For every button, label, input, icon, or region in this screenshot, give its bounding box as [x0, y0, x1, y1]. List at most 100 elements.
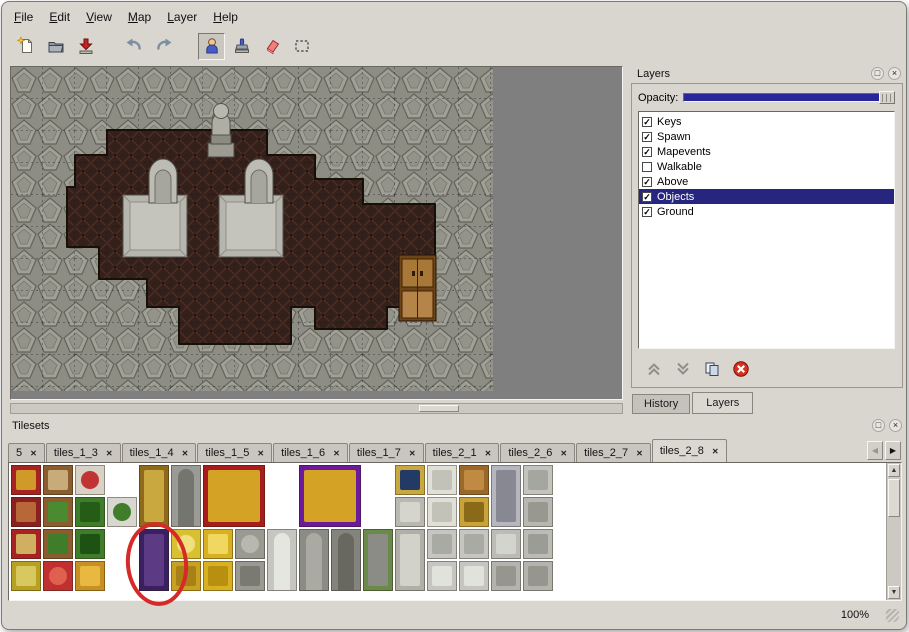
palette-tile[interactable]: [459, 529, 489, 559]
palette-tile[interactable]: [203, 529, 233, 559]
redo-button[interactable]: [150, 33, 177, 60]
palette-tile[interactable]: [171, 529, 201, 559]
palette-tile[interactable]: [395, 465, 425, 495]
palette-tile[interactable]: [267, 529, 297, 591]
tileset-tab-tiles_2_6[interactable]: tiles_2_6✕: [500, 443, 575, 462]
palette-tile[interactable]: [523, 529, 553, 559]
palette-tile[interactable]: [139, 529, 169, 591]
scroll-up-arrow[interactable]: ▲: [888, 464, 900, 477]
tileset-tab-5[interactable]: 5✕: [8, 443, 45, 462]
palette-tile[interactable]: [75, 561, 105, 591]
close-tab-icon[interactable]: ✕: [257, 449, 264, 458]
map-canvas[interactable]: [11, 67, 493, 391]
undo-button[interactable]: [120, 33, 147, 60]
palette-tile[interactable]: [523, 497, 553, 527]
layer-row-keys[interactable]: ✓Keys: [639, 114, 894, 129]
palette-tile[interactable]: [75, 529, 105, 559]
palette-tile[interactable]: [11, 465, 41, 495]
resize-grip[interactable]: [886, 609, 899, 622]
palette-tile[interactable]: [427, 561, 457, 591]
open-file-button[interactable]: [42, 33, 69, 60]
close-tab-icon[interactable]: ✕: [106, 449, 113, 458]
palette-tile[interactable]: [459, 561, 489, 591]
tileset-tab-tiles_1_5[interactable]: tiles_1_5✕: [197, 443, 272, 462]
layer-visibility-checkbox[interactable]: ✓: [642, 147, 652, 157]
close-panel-icon[interactable]: ×: [888, 67, 901, 80]
close-tab-icon[interactable]: ✕: [712, 447, 719, 456]
palette-tile[interactable]: [203, 465, 265, 527]
map-horizontal-scrollbar[interactable]: [10, 403, 623, 414]
palette-tile[interactable]: [459, 497, 489, 527]
duplicate-layer-button[interactable]: [701, 358, 723, 380]
palette-tile[interactable]: [427, 497, 457, 527]
float-panel-icon[interactable]: □: [871, 67, 884, 80]
palette-tile[interactable]: [11, 529, 41, 559]
palette-tile[interactable]: [491, 465, 521, 527]
layer-visibility-checkbox[interactable]: ✓: [642, 177, 652, 187]
layer-visibility-checkbox[interactable]: [642, 162, 652, 172]
opacity-slider-handle[interactable]: [879, 91, 895, 104]
palette-tile[interactable]: [43, 465, 73, 495]
palette-tile[interactable]: [43, 529, 73, 559]
layer-visibility-checkbox[interactable]: ✓: [642, 132, 652, 142]
palette-tile[interactable]: [43, 561, 73, 591]
menu-item-map[interactable]: Map: [120, 7, 159, 27]
float-panel-icon[interactable]: □: [872, 419, 885, 432]
scrollbar-thumb[interactable]: [888, 479, 900, 517]
palette-tile[interactable]: [43, 497, 73, 527]
palette-tile[interactable]: [331, 529, 361, 591]
layer-row-objects[interactable]: ✓Objects: [639, 189, 894, 204]
tileset-tab-tiles_2_8[interactable]: tiles_2_8✕: [652, 439, 727, 462]
map-viewport[interactable]: [10, 66, 623, 400]
palette-tile[interactable]: [491, 561, 521, 591]
move-layer-down-button[interactable]: [672, 358, 694, 380]
palette-tile[interactable]: [427, 529, 457, 559]
layer-row-ground[interactable]: ✓Ground: [639, 204, 894, 219]
save-file-button[interactable]: [72, 33, 99, 60]
tileset-tab-tiles_2_1[interactable]: tiles_2_1✕: [425, 443, 500, 462]
menu-item-file[interactable]: File: [6, 7, 41, 27]
delete-layer-button[interactable]: [730, 358, 752, 380]
palette-tile[interactable]: [491, 529, 521, 559]
opacity-slider[interactable]: [683, 93, 895, 102]
tileset-palette[interactable]: ▲ ▼: [8, 462, 902, 601]
palette-tile[interactable]: [11, 497, 41, 527]
layer-row-mapevents[interactable]: ✓Mapevents: [639, 144, 894, 159]
menu-item-view[interactable]: View: [78, 7, 120, 27]
tileset-tab-tiles_1_6[interactable]: tiles_1_6✕: [273, 443, 348, 462]
menu-item-layer[interactable]: Layer: [159, 7, 205, 27]
palette-tile[interactable]: [395, 529, 425, 591]
palette-tile[interactable]: [395, 497, 425, 527]
palette-tile[interactable]: [171, 465, 201, 527]
close-tab-icon[interactable]: ✕: [485, 449, 492, 458]
close-tab-icon[interactable]: ✕: [409, 449, 416, 458]
move-layer-up-button[interactable]: [643, 358, 665, 380]
eraser-tool-button[interactable]: [258, 33, 285, 60]
palette-tile[interactable]: [203, 561, 233, 591]
palette-tile[interactable]: [235, 529, 265, 559]
palette-tile[interactable]: [139, 465, 169, 527]
new-file-button[interactable]: [12, 33, 39, 60]
menu-item-help[interactable]: Help: [205, 7, 246, 27]
layer-row-spawn[interactable]: ✓Spawn: [639, 129, 894, 144]
rect-select-tool-button[interactable]: [288, 33, 315, 60]
tileset-tab-tiles_1_7[interactable]: tiles_1_7✕: [349, 443, 424, 462]
layer-visibility-checkbox[interactable]: ✓: [642, 117, 652, 127]
layer-row-walkable[interactable]: Walkable: [639, 159, 894, 174]
palette-tile[interactable]: [459, 465, 489, 495]
layers-list[interactable]: ✓Keys✓Spawn✓MapeventsWalkable✓Above✓Obje…: [638, 111, 895, 349]
layer-row-above[interactable]: ✓Above: [639, 174, 894, 189]
close-tab-icon[interactable]: ✕: [636, 449, 643, 458]
palette-tile[interactable]: [299, 529, 329, 591]
palette-vertical-scrollbar[interactable]: ▲ ▼: [886, 463, 901, 600]
close-tab-icon[interactable]: ✕: [333, 449, 340, 458]
scroll-tabs-left-button[interactable]: ◀: [867, 441, 883, 460]
tileset-palette-tiles[interactable]: [11, 465, 885, 600]
scroll-tabs-right-button[interactable]: ▶: [885, 441, 901, 460]
close-panel-icon[interactable]: ×: [889, 419, 902, 432]
palette-tile[interactable]: [171, 561, 201, 591]
layer-visibility-checkbox[interactable]: ✓: [642, 192, 652, 202]
palette-tile[interactable]: [75, 497, 105, 527]
fill-tool-button[interactable]: [228, 33, 255, 60]
palette-tile[interactable]: [11, 561, 41, 591]
